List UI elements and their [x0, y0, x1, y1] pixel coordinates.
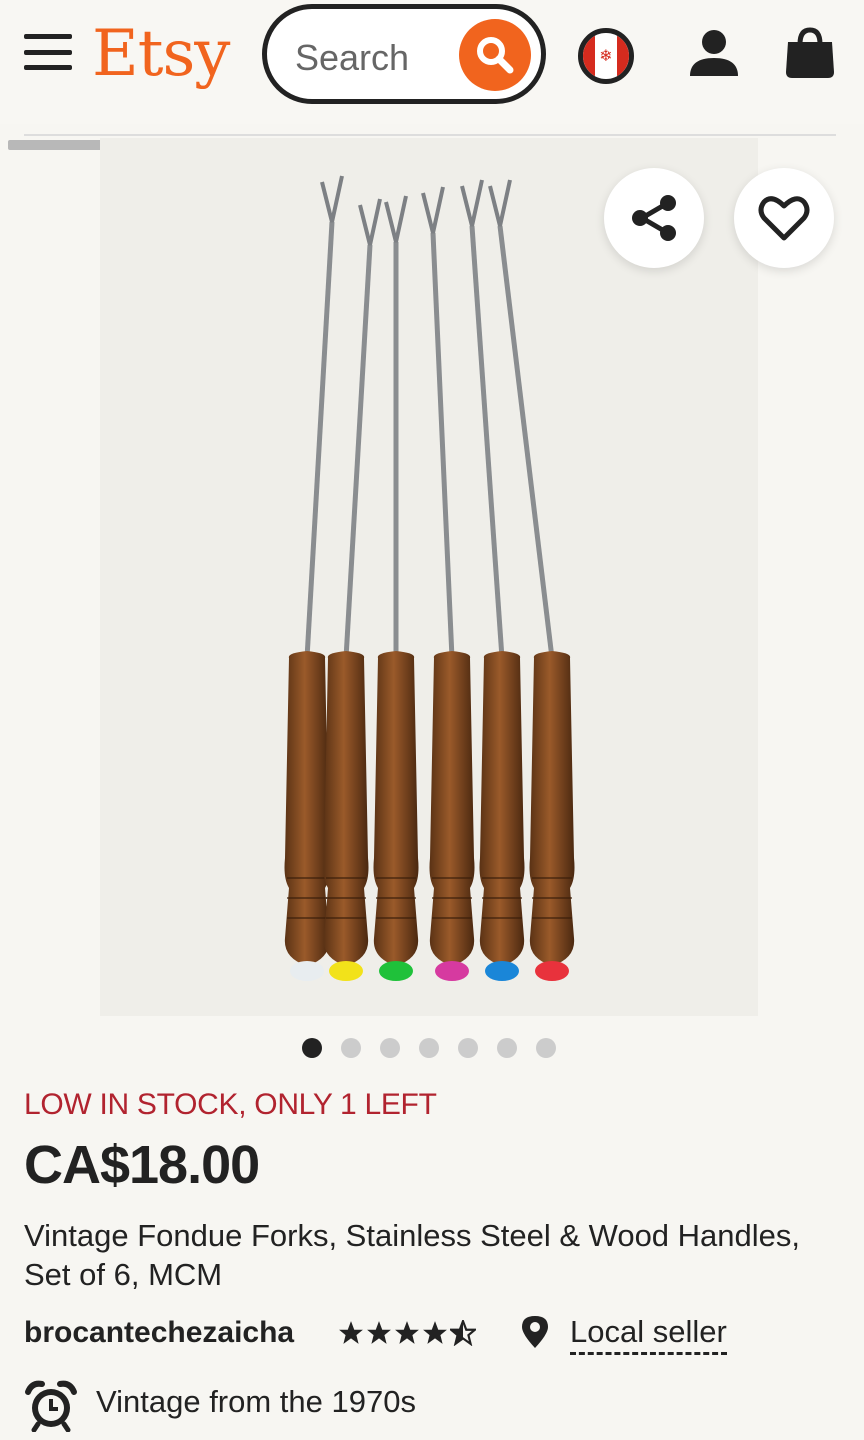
menu-icon[interactable]	[24, 34, 72, 70]
local-seller-link[interactable]: Local seller	[570, 1314, 727, 1355]
carousel-dot[interactable]	[536, 1038, 556, 1058]
seller-row: brocantechezaicha Local seller	[24, 1312, 844, 1356]
rating-stars[interactable]	[338, 1320, 476, 1346]
stock-notice: LOW IN STOCK, ONLY 1 LEFT	[24, 1088, 437, 1121]
vintage-note: Vintage from the 1970s	[96, 1384, 416, 1419]
image-carousel-dots	[0, 1038, 864, 1058]
canada-flag-icon[interactable]: ❄	[578, 28, 634, 84]
account-icon[interactable]	[686, 26, 742, 82]
top-header: Etsy Search ❄	[0, 0, 864, 124]
alarm-clock-icon	[25, 1380, 77, 1432]
share-button[interactable]	[604, 168, 704, 268]
product-image[interactable]	[100, 138, 758, 1016]
carousel-dot[interactable]	[380, 1038, 400, 1058]
search-icon	[477, 37, 514, 74]
product-title: Vintage Fondue Forks, Stainless Steel & …	[24, 1218, 801, 1292]
star-icon	[367, 1321, 391, 1344]
star-icon	[423, 1321, 447, 1344]
vintage-row: Vintage from the 1970s	[24, 1374, 844, 1434]
search-bar[interactable]: Search	[262, 4, 546, 104]
search-button[interactable]	[459, 19, 531, 91]
star-icon	[339, 1321, 363, 1344]
price: CA$18.00	[24, 1135, 260, 1195]
share-icon	[632, 195, 676, 241]
seller-name[interactable]: brocantechezaicha	[24, 1316, 294, 1350]
star-icon	[395, 1321, 419, 1344]
header-divider	[24, 134, 836, 136]
carousel-dot[interactable]	[419, 1038, 439, 1058]
favorite-button[interactable]	[734, 168, 834, 268]
fondue-forks-illustration	[284, 175, 575, 981]
search-input[interactable]: Search	[295, 37, 409, 79]
cart-icon[interactable]	[782, 26, 838, 82]
carousel-dot[interactable]	[302, 1038, 322, 1058]
carousel-dot[interactable]	[458, 1038, 478, 1058]
etsy-logo[interactable]: Etsy	[92, 14, 230, 94]
carousel-dot[interactable]	[341, 1038, 361, 1058]
star-icon	[450, 1320, 476, 1346]
carousel-dot[interactable]	[497, 1038, 517, 1058]
heart-icon	[758, 196, 810, 241]
location-pin-icon	[522, 1316, 548, 1348]
